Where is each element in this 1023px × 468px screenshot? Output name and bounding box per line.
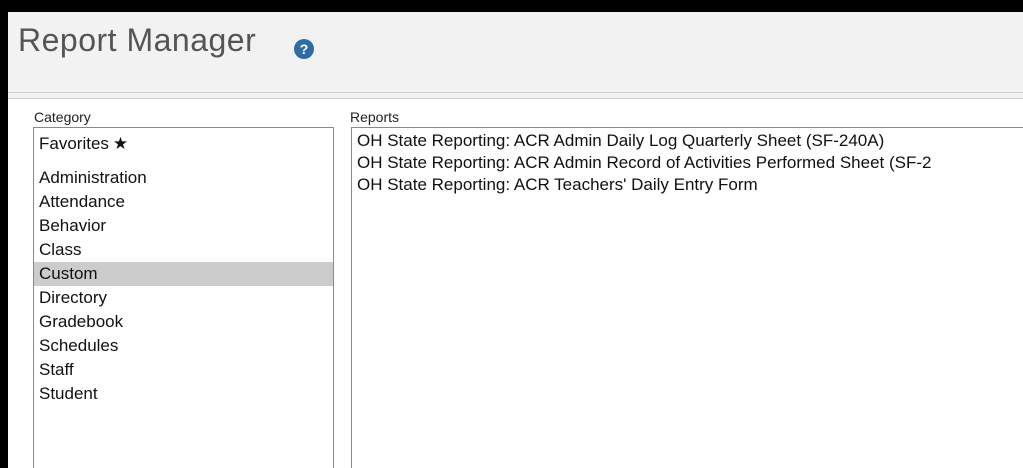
category-item-favorites[interactable]: Favorites ★ [34,132,333,156]
report-item[interactable]: OH State Reporting: ACR Admin Daily Log … [352,130,1023,152]
category-item-student[interactable]: Student [34,382,333,406]
star-icon: ★ [112,134,129,153]
category-item-attendance[interactable]: Attendance [34,190,333,214]
page-title: Report Manager [18,22,257,58]
header-bar: Report Manager ? [8,12,1023,93]
report-manager-content: Category Reports Favorites ★ Administrati… [8,98,1023,468]
category-item-class[interactable]: Class [34,238,333,262]
report-manager-window: Report Manager ? Category Reports Favori… [8,12,1023,468]
favorites-label: Favorites [39,134,109,153]
category-item-staff[interactable]: Staff [34,358,333,382]
report-item[interactable]: OH State Reporting: ACR Teachers' Daily … [352,174,1023,196]
category-item-gradebook[interactable]: Gradebook [34,310,333,334]
category-item-behavior[interactable]: Behavior [34,214,333,238]
question-circle-icon[interactable]: ? [294,39,314,59]
category-item-schedules[interactable]: Schedules [34,334,333,358]
reports-list[interactable]: OH State Reporting: ACR Admin Daily Log … [351,127,1023,468]
category-label: Category [34,109,91,125]
category-list[interactable]: Favorites ★ Administration Attendance Beh… [33,127,334,468]
category-item-administration[interactable]: Administration [34,166,333,190]
category-item-directory[interactable]: Directory [34,286,333,310]
report-item[interactable]: OH State Reporting: ACR Admin Record of … [352,152,1023,174]
reports-label: Reports [350,109,400,125]
category-item-custom[interactable]: Custom [34,262,333,286]
